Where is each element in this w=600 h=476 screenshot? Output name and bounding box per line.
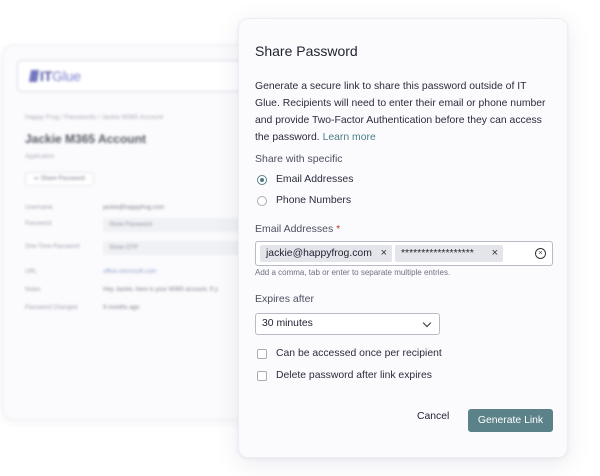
radio-button[interactable]: [257, 195, 267, 206]
tag-text: jackie@happyfrog.com: [266, 248, 372, 259]
radio-label: Phone Numbers: [276, 195, 352, 206]
radio-phone-numbers[interactable]: Phone Numbers: [257, 195, 351, 206]
breadcrumb: Happy Frog / Passwords / Jackie M365 Acc…: [25, 114, 164, 121]
dialog-description: Generate a secure link to share this pas…: [255, 78, 551, 146]
page-subtitle: Application: [25, 154, 55, 160]
checkbox-label: Delete password after link expires: [276, 370, 432, 381]
share-password-dialog: Share Password Generate a secure link to…: [238, 18, 568, 458]
expires-selected-value: 30 minutes: [262, 318, 313, 329]
detail-label: Username: [25, 205, 53, 211]
email-label-text: Email Addresses: [255, 223, 334, 235]
cancel-button[interactable]: Cancel: [417, 411, 449, 422]
chevron-down-icon: [422, 318, 432, 328]
checkbox-once-per-recipient[interactable]: Can be accessed once per recipient: [257, 348, 442, 359]
expires-select[interactable]: 30 minutes: [255, 313, 440, 335]
email-tag: ****************** ×: [395, 245, 503, 262]
detail-value: Hey Jackie, here is your M365 account. I…: [103, 287, 218, 293]
email-hint-text: Add a comma, tab or enter to separate mu…: [255, 268, 451, 277]
detail-value-box: Show Password: [103, 218, 253, 232]
radio-button-selected[interactable]: [257, 174, 267, 185]
share-with-label: Share with specific: [255, 153, 343, 165]
detail-value-box: Show OTP: [103, 241, 253, 255]
detail-value: jackie@happyfrog.com: [103, 205, 165, 211]
radio-email-addresses[interactable]: Email Addresses: [257, 174, 353, 185]
detail-value-link: office.microsoft.com: [103, 269, 157, 275]
email-addresses-label: Email Addresses *: [255, 223, 340, 235]
description-text: Generate a secure link to share this pas…: [255, 81, 546, 143]
page-title: Jackie M365 Account: [25, 132, 146, 146]
detail-label: URL: [25, 269, 38, 275]
dialog-title: Share Password: [255, 43, 358, 59]
checkbox-label: Can be accessed once per recipient: [276, 348, 442, 359]
detail-value: 9 months ago: [103, 305, 140, 311]
detail-label: Password: [25, 221, 52, 227]
generate-link-button[interactable]: Generate Link: [468, 409, 553, 432]
required-marker: *: [336, 223, 341, 235]
stage: IT Glue Happy Frog / Passwords / Jackie …: [0, 0, 600, 476]
clear-circle-icon[interactable]: ×: [535, 248, 546, 259]
detail-label: Password Changed: [25, 305, 78, 311]
detail-label: One-Time Password: [25, 244, 80, 250]
logo-it-text: IT: [40, 68, 53, 84]
tag-text: ******************: [401, 248, 474, 259]
radio-label: Email Addresses: [276, 174, 354, 185]
logo-glue-text: Glue: [52, 68, 81, 84]
share-password-chip: ⇐ Share Password: [25, 172, 94, 186]
close-icon[interactable]: ×: [492, 245, 498, 262]
expires-after-label: Expires after: [255, 293, 314, 305]
checkbox-delete-after-expire[interactable]: Delete password after link expires: [257, 370, 432, 381]
itglue-logo: IT Glue: [28, 68, 81, 84]
email-tags-input[interactable]: jackie@happyfrog.com × *****************…: [255, 241, 553, 266]
checkbox[interactable]: [257, 348, 267, 359]
email-tag: jackie@happyfrog.com ×: [260, 245, 392, 262]
logo-mark-icon: [28, 70, 40, 82]
detail-label: Notes: [25, 287, 41, 293]
close-icon[interactable]: ×: [381, 245, 387, 262]
learn-more-link[interactable]: Learn more: [323, 132, 376, 143]
checkbox[interactable]: [257, 370, 267, 381]
